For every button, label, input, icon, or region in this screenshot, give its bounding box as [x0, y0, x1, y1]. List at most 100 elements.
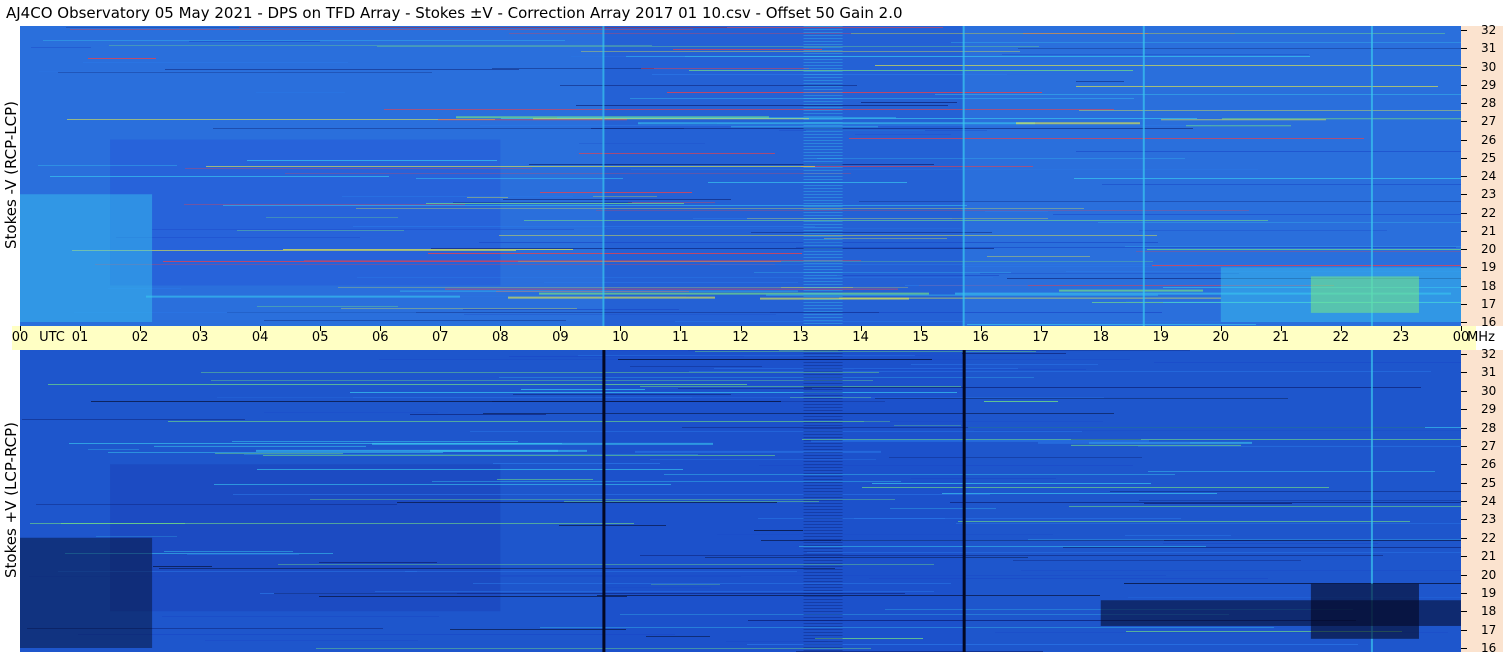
rfi-line — [1098, 222, 1461, 223]
rfi-block — [803, 221, 843, 222]
rfi-line — [187, 554, 299, 555]
rfi-line — [689, 70, 1133, 71]
rfi-block — [803, 383, 843, 384]
rfi-block — [803, 296, 843, 297]
rfi-line — [751, 232, 992, 233]
rfi-line — [1125, 246, 1461, 247]
rfi-line — [206, 166, 815, 167]
rfi-line — [78, 634, 675, 635]
rfi-line — [353, 226, 815, 227]
rfi-block — [803, 461, 843, 462]
rfi-block — [803, 392, 843, 393]
rfi-line — [36, 504, 397, 505]
rfi-line — [861, 102, 957, 103]
rfi-block — [803, 407, 843, 408]
bottom-y-label: Stokes +V (LCP-RCP) — [2, 422, 20, 578]
rfi-block — [803, 173, 843, 174]
rfi-line — [264, 320, 566, 321]
rfi-block — [803, 56, 843, 57]
freq-tick-label: 32 — [1481, 347, 1497, 361]
rfi-block — [803, 323, 843, 324]
time-tick-label: 11 — [672, 330, 689, 345]
rfi-line — [185, 168, 532, 169]
freq-tick-mark — [1461, 537, 1467, 539]
rfi-line — [631, 169, 1258, 170]
rfi-block — [803, 125, 843, 126]
rfi-line — [862, 487, 1329, 488]
rfi-block — [803, 440, 843, 441]
rfi-block — [803, 152, 843, 153]
rfi-line — [223, 205, 967, 206]
rfi-block — [803, 590, 843, 591]
rfi-block — [803, 182, 843, 183]
rfi-block — [803, 143, 843, 144]
rfi-line — [560, 85, 857, 86]
rfi-line — [855, 134, 951, 135]
rfi-block — [803, 362, 843, 363]
rfi-block — [803, 275, 843, 276]
rfi-line — [96, 536, 177, 537]
rfi-block — [803, 512, 843, 513]
rfi-line — [841, 540, 1164, 541]
rfi-line — [695, 351, 1036, 352]
rfi-block — [803, 398, 843, 399]
rfi-block — [803, 632, 843, 633]
rfi-block — [803, 365, 843, 366]
rfi-line — [1136, 251, 1461, 252]
rfi-line — [864, 421, 1103, 422]
rfi-line — [168, 421, 890, 422]
rfi-line — [1110, 491, 1461, 492]
rfi-line — [799, 546, 1206, 547]
spectrogram-shade — [110, 464, 501, 612]
rfi-block — [803, 554, 843, 555]
rfi-line — [48, 384, 747, 385]
rfi-block — [803, 116, 843, 117]
vertical-feature — [1142, 26, 1145, 326]
rfi-line — [540, 627, 1274, 628]
freq-tick-mark — [1461, 285, 1467, 287]
time-tick-label: UTC — [39, 330, 65, 345]
rfi-block — [803, 635, 843, 636]
absorption-dark — [1310, 583, 1419, 639]
rfi-block — [803, 569, 843, 570]
rfi-line — [493, 463, 660, 464]
time-tick-label: 15 — [912, 330, 929, 345]
rfi-line — [256, 92, 345, 93]
freq-tick-mark — [1461, 230, 1467, 232]
rfi-block — [803, 89, 843, 90]
rfi-block — [803, 314, 843, 315]
rfi-line — [984, 401, 1058, 402]
rfi-line — [571, 56, 685, 57]
rfi-line — [597, 595, 1100, 596]
freq-tick-label: 18 — [1481, 604, 1497, 619]
rfi-line — [266, 217, 398, 218]
time-tick-label: 08 — [492, 330, 509, 345]
rfi-block — [803, 464, 843, 465]
rfi-block — [803, 548, 843, 549]
freq-tick-mark — [1461, 611, 1467, 613]
rfi-block — [803, 470, 843, 471]
freq-tick-mark — [1461, 556, 1467, 558]
time-tick-label: 19 — [1152, 330, 1170, 345]
rfi-block — [803, 479, 843, 480]
rfi-block — [803, 38, 843, 39]
rfi-line — [747, 218, 1048, 219]
rfi-line — [796, 247, 1456, 248]
freq-tick-label: 30 — [1481, 59, 1497, 74]
time-tick-label: 00 — [11, 330, 29, 345]
rfi-block — [803, 533, 843, 534]
rfi-block — [803, 212, 843, 213]
rfi-block — [803, 614, 843, 615]
rfi-block — [803, 236, 843, 237]
rfi-line — [1139, 500, 1461, 501]
rfi-line — [499, 377, 1034, 378]
rfi-block — [803, 80, 843, 81]
rfi-block — [803, 458, 843, 459]
freq-tick-label: 27 — [1481, 438, 1497, 453]
rfi-line — [824, 238, 947, 239]
time-tick-label: 04 — [251, 330, 269, 345]
rfi-block — [803, 413, 843, 414]
rfi-block — [803, 185, 843, 186]
rfi-line — [801, 166, 1033, 167]
rfi-block — [803, 467, 843, 468]
